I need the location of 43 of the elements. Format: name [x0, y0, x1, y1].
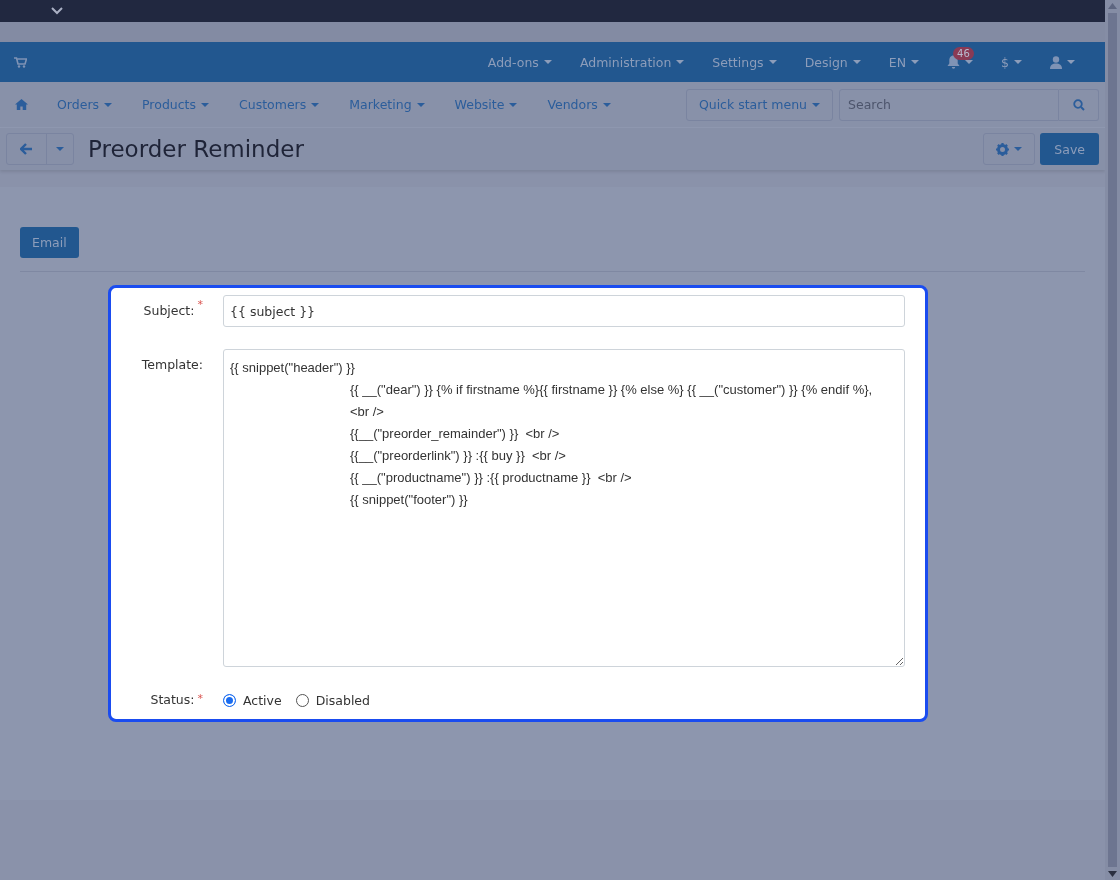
nav-menu-item[interactable]: Marketing: [334, 97, 440, 112]
email-tab[interactable]: Email: [20, 227, 79, 258]
gear-icon[interactable]: [996, 142, 1010, 156]
scroll-up-icon[interactable]: [1108, 3, 1117, 9]
field-label: Template:: [141, 356, 203, 374]
radio-button[interactable]: [295, 693, 309, 707]
nav-menu-item[interactable]: Products: [127, 97, 225, 112]
scroll-down-icon[interactable]: [1108, 871, 1117, 877]
radio-label[interactable]: Disabled: [315, 692, 370, 708]
nav-menu-item[interactable]: Website: [439, 97, 533, 112]
radio-button[interactable]: [223, 693, 236, 707]
radio-label[interactable]: Active: [243, 692, 282, 708]
cart-icon[interactable]: [14, 56, 27, 68]
required-mark: *: [197, 691, 203, 707]
quick-start-menu-button[interactable]: Quick start menu: [685, 88, 833, 121]
nav-menu-item[interactable]: Vendors: [532, 97, 626, 112]
menu-item[interactable]: Add-ons: [473, 54, 566, 70]
menu-item[interactable]: Administration: [565, 54, 699, 70]
notification-badge: 46: [953, 47, 974, 60]
template-field[interactable]: {{ snippet("header") }} {{ __("dear") }} {% if firstname %}{{ firstname }} {% else %} {{ __("customer") }} {% endif %}, <br /> {{__("preorder_remainder") }} <br /> {{__("preorderlink") }} :{{ buy }} <br /> {{ __("productname") }} :{{ productname }} <br /> {{ snippet("footer") }}: [223, 349, 905, 667]
settings-button[interactable]: [983, 133, 1036, 165]
home-icon[interactable]: [15, 99, 28, 110]
search-field[interactable]: Search: [839, 88, 1059, 121]
page-title: Preorder Reminder: [88, 136, 304, 162]
search-button[interactable]: [1059, 88, 1099, 121]
caret-icon[interactable]: [1067, 60, 1075, 64]
menu-item[interactable]: Design: [790, 54, 875, 70]
save-button[interactable]: Save: [1040, 133, 1099, 165]
user-icon[interactable]: [1050, 55, 1062, 69]
field-label: Subject:: [143, 302, 195, 320]
menu-item[interactable]: $: [987, 54, 1036, 70]
caret-icon[interactable]: [965, 60, 974, 64]
required-mark: *: [197, 297, 203, 313]
scrollbar[interactable]: [1105, 0, 1120, 880]
search-icon[interactable]: [1072, 98, 1085, 111]
menu-item[interactable]: Settings: [698, 54, 791, 70]
menu-item[interactable]: EN: [874, 54, 934, 70]
nav-menu-item[interactable]: Customers: [224, 97, 335, 112]
chevron-down-icon[interactable]: [51, 7, 63, 15]
back-arrow-icon[interactable]: [20, 143, 33, 155]
subject-field[interactable]: {{ subject }}: [223, 295, 905, 327]
nav-menu-item[interactable]: Orders: [42, 97, 128, 112]
field-label: Status:: [150, 691, 195, 709]
